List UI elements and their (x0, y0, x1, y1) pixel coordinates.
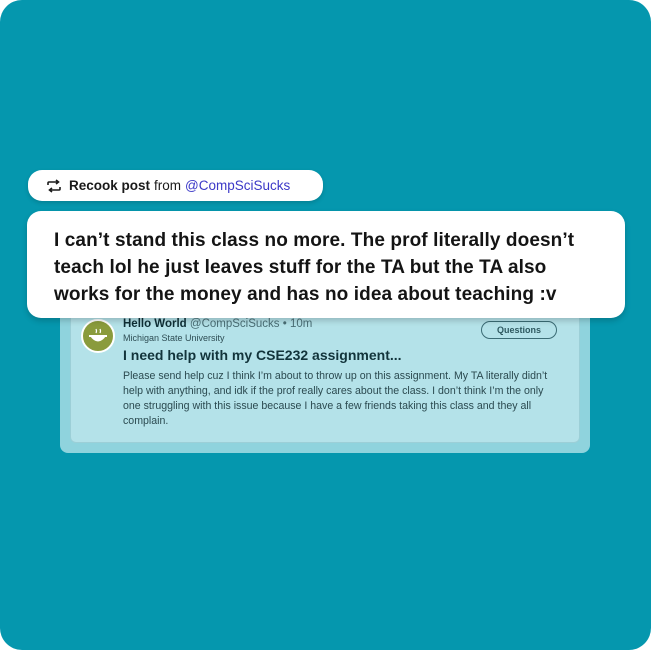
canvas: Hello World @CompSciSucks • 10m Michigan… (0, 0, 651, 650)
author-line: Hello World @CompSciSucks • 10m (123, 318, 312, 330)
author-name[interactable]: Hello World (123, 318, 187, 330)
quoted-post-body: Please send help cuz I think I’m about t… (123, 370, 548, 427)
quoted-post-inner: Hello World @CompSciSucks • 10m Michigan… (70, 310, 580, 443)
quoted-post-card[interactable]: Hello World @CompSciSucks • 10m Michigan… (60, 296, 590, 453)
separator-dot: • (282, 318, 287, 330)
quoted-post-title[interactable]: I need help with my CSE232 assignment... (123, 347, 402, 363)
tag-questions[interactable]: Questions (481, 321, 557, 339)
post-time: 10m (289, 318, 313, 330)
author-school: Michigan State University (123, 333, 225, 343)
recook-handle-link[interactable]: @CompSciSucks (185, 178, 290, 193)
comment-text: I can’t stand this class no more. The pr… (54, 230, 575, 305)
author-handle[interactable]: @CompSciSucks (190, 318, 280, 330)
bowl-avatar-icon[interactable] (81, 319, 115, 353)
comment-card[interactable]: I can’t stand this class no more. The pr… (27, 211, 625, 318)
recook-from: from (154, 178, 182, 193)
repost-arrows-icon (46, 178, 62, 193)
recook-label: Recook post (69, 178, 151, 193)
recook-header: Recook post from @CompSciSucks (28, 170, 323, 201)
